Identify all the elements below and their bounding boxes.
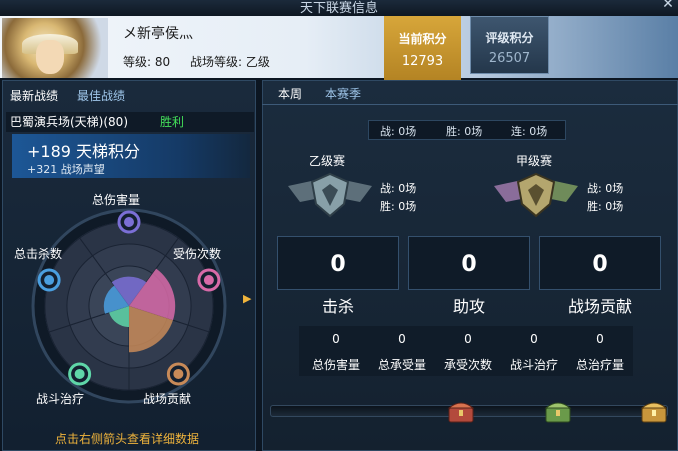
tab-this-week[interactable]: 本周	[278, 85, 302, 102]
grade-b-wins: 胜: 0场	[380, 200, 417, 213]
ladder-points-gain: +189 天梯积分	[27, 142, 141, 161]
battle-name: 巴蜀演兵场(天梯)(80)	[10, 115, 128, 129]
prestige-gain: +321 战场声望	[27, 163, 105, 176]
contribution-value: 0	[592, 252, 608, 277]
player-level-row: 等级: 80 战场等级: 乙级	[123, 53, 286, 70]
player-name: メ新亭侯灬	[123, 26, 193, 42]
tab-best-record[interactable]: 最佳战绩	[77, 87, 125, 104]
radar-label-healing: 战斗治疗	[36, 392, 85, 406]
tab-divider	[262, 104, 678, 105]
avatar-face	[36, 40, 64, 74]
radar-axis-orb-core	[124, 217, 134, 227]
rating-points-label: 评级积分	[485, 31, 534, 45]
battle-result: 胜利	[160, 115, 185, 129]
week-wins: 胜: 0场	[446, 125, 483, 138]
total-taken-label: 总承受量	[377, 358, 426, 372]
reward-chest-icon-1[interactable]	[447, 398, 475, 424]
radar-label-total-damage: 总伤害量	[92, 193, 141, 207]
radar-label-contribution: 战场贡献	[143, 392, 192, 406]
contribution-label: 战场贡献	[567, 297, 632, 316]
grade-a-emblem-icon	[494, 172, 578, 218]
reward-chest-icon-3[interactable]	[640, 398, 668, 424]
rating-points-value: 26507	[488, 51, 531, 66]
grade-b-emblem-icon	[288, 172, 372, 218]
current-points-label: 当前积分	[398, 32, 447, 46]
radar-label-hits-taken: 受伤次数	[173, 247, 222, 261]
battle-healing-label: 战斗治疗	[509, 358, 558, 372]
total-healing-value: 0	[596, 332, 604, 346]
total-damage-value: 0	[332, 332, 340, 346]
detail-hint: 点击右侧箭头查看详细数据	[55, 432, 200, 446]
window-title: 天下联赛信息	[299, 1, 378, 16]
radar-axis-orb-core	[173, 368, 184, 379]
player-level: 等级: 80	[123, 55, 171, 69]
detail-arrow-icon[interactable]: ▶	[243, 292, 251, 305]
week-battles: 战: 0场	[380, 125, 417, 138]
grade-b-title: 乙级赛	[309, 154, 346, 168]
grade-b-battles: 战: 0场	[380, 182, 417, 195]
grade-a-battles: 战: 0场	[587, 182, 624, 195]
current-points-value: 12793	[401, 54, 444, 69]
total-taken-value: 0	[398, 332, 406, 346]
radar-axis-orb-core	[203, 275, 214, 286]
close-icon[interactable]: ✕	[660, 0, 676, 12]
hits-taken-label: 承受次数	[443, 358, 492, 372]
rating-points-badge: 评级积分 26507	[470, 16, 549, 74]
hits-taken-value: 0	[464, 332, 472, 346]
grade-a-title: 甲级赛	[516, 154, 553, 168]
battle-healing-value: 0	[530, 332, 538, 346]
avatar	[2, 18, 108, 78]
kills-value: 0	[330, 252, 346, 277]
total-damage-label: 总伤害量	[311, 358, 360, 372]
tab-latest-record[interactable]: 最新战绩	[10, 87, 58, 104]
radar-chart	[31, 208, 227, 404]
tab-this-season[interactable]: 本赛季	[325, 85, 361, 102]
radar-label-total-kills: 总击杀数	[14, 247, 63, 261]
week-streak: 连: 0场	[511, 125, 548, 138]
assists-value: 0	[461, 252, 477, 277]
grade-a-wins: 胜: 0场	[587, 200, 624, 213]
assists-label: 助攻	[452, 297, 485, 316]
reward-chest-icon-2[interactable]	[544, 398, 572, 424]
kills-label: 击杀	[321, 297, 354, 316]
radar-axis-orb-core	[44, 275, 55, 286]
radar-axis-orb-core	[74, 368, 85, 379]
total-healing-label: 总治疗量	[575, 358, 624, 372]
player-battle-grade: 战场等级: 乙级	[189, 55, 270, 69]
